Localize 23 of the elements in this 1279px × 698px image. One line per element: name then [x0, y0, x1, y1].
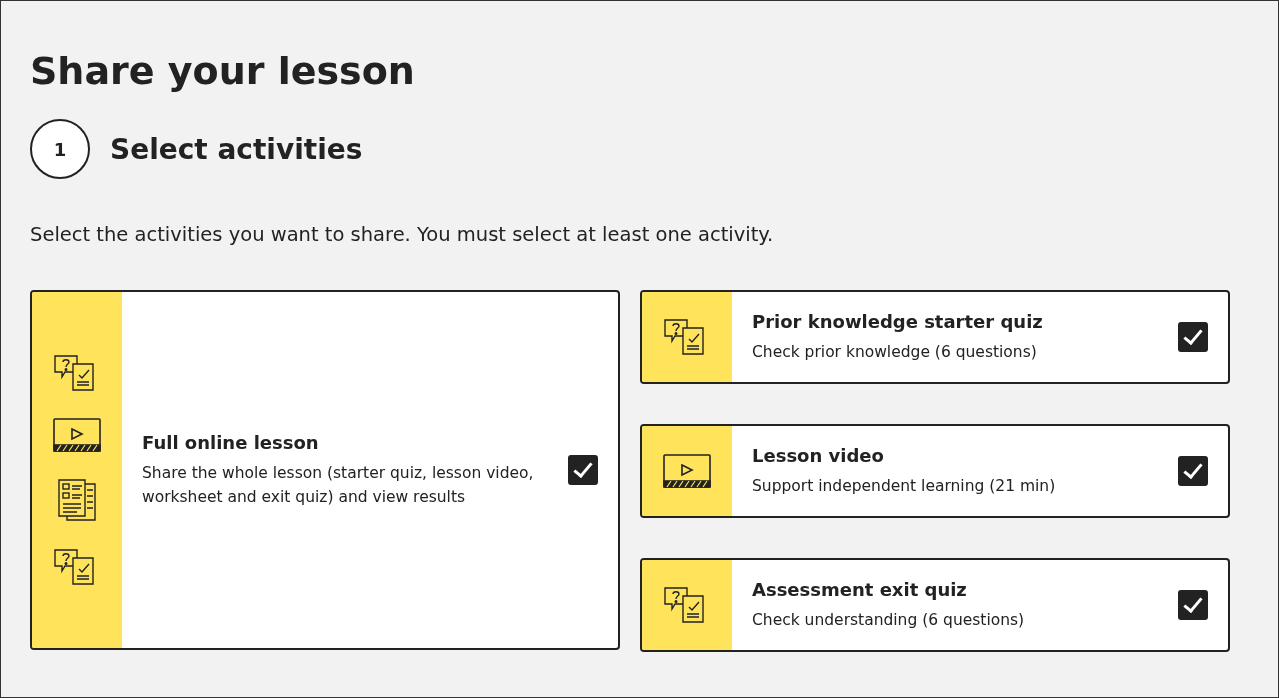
activity-description: Share the whole lesson (starter quiz, lesson video, worksheet and exit quiz) and view results — [142, 462, 535, 508]
video-player-icon — [53, 418, 101, 452]
worksheet-icon — [57, 478, 97, 522]
activity-description: Check understanding (6 questions) — [752, 609, 1026, 631]
activity-card[interactable]: Full online lesson Share the whole lesson (starter quiz, lesson video, worksheet and exit quiz) and view results — [30, 290, 620, 650]
checkbox[interactable] — [1178, 456, 1208, 486]
step-number: 1 — [30, 119, 90, 179]
video-player-icon — [663, 454, 711, 488]
checkbox[interactable] — [1178, 322, 1208, 352]
activity-title: Prior knowledge starter quiz — [752, 310, 1044, 332]
checkbox[interactable] — [1178, 590, 1208, 620]
activity-card[interactable]: Prior knowledge starter quiz Check prior knowledge (6 questions) — [640, 290, 1230, 384]
activity-title: Lesson video — [752, 444, 885, 466]
checkbox[interactable] — [568, 455, 598, 485]
activity-card[interactable]: Lesson video Support independent learning (21 min) — [640, 424, 1230, 518]
activity-card[interactable]: Assessment exit quiz Check understanding (6 questions) — [640, 558, 1230, 652]
step-title: Select activities — [110, 132, 363, 166]
activity-description: Support independent learning (21 min) — [752, 475, 1057, 497]
instructions-text: Select the activities you want to share. You must select at least one activity. — [30, 223, 775, 246]
activity-title: Full online lesson — [142, 431, 320, 453]
activity-title: Assessment exit quiz — [752, 578, 968, 600]
activity-description: Check prior knowledge (6 questions) — [752, 341, 1038, 363]
page-title: Share your lesson — [30, 48, 416, 95]
